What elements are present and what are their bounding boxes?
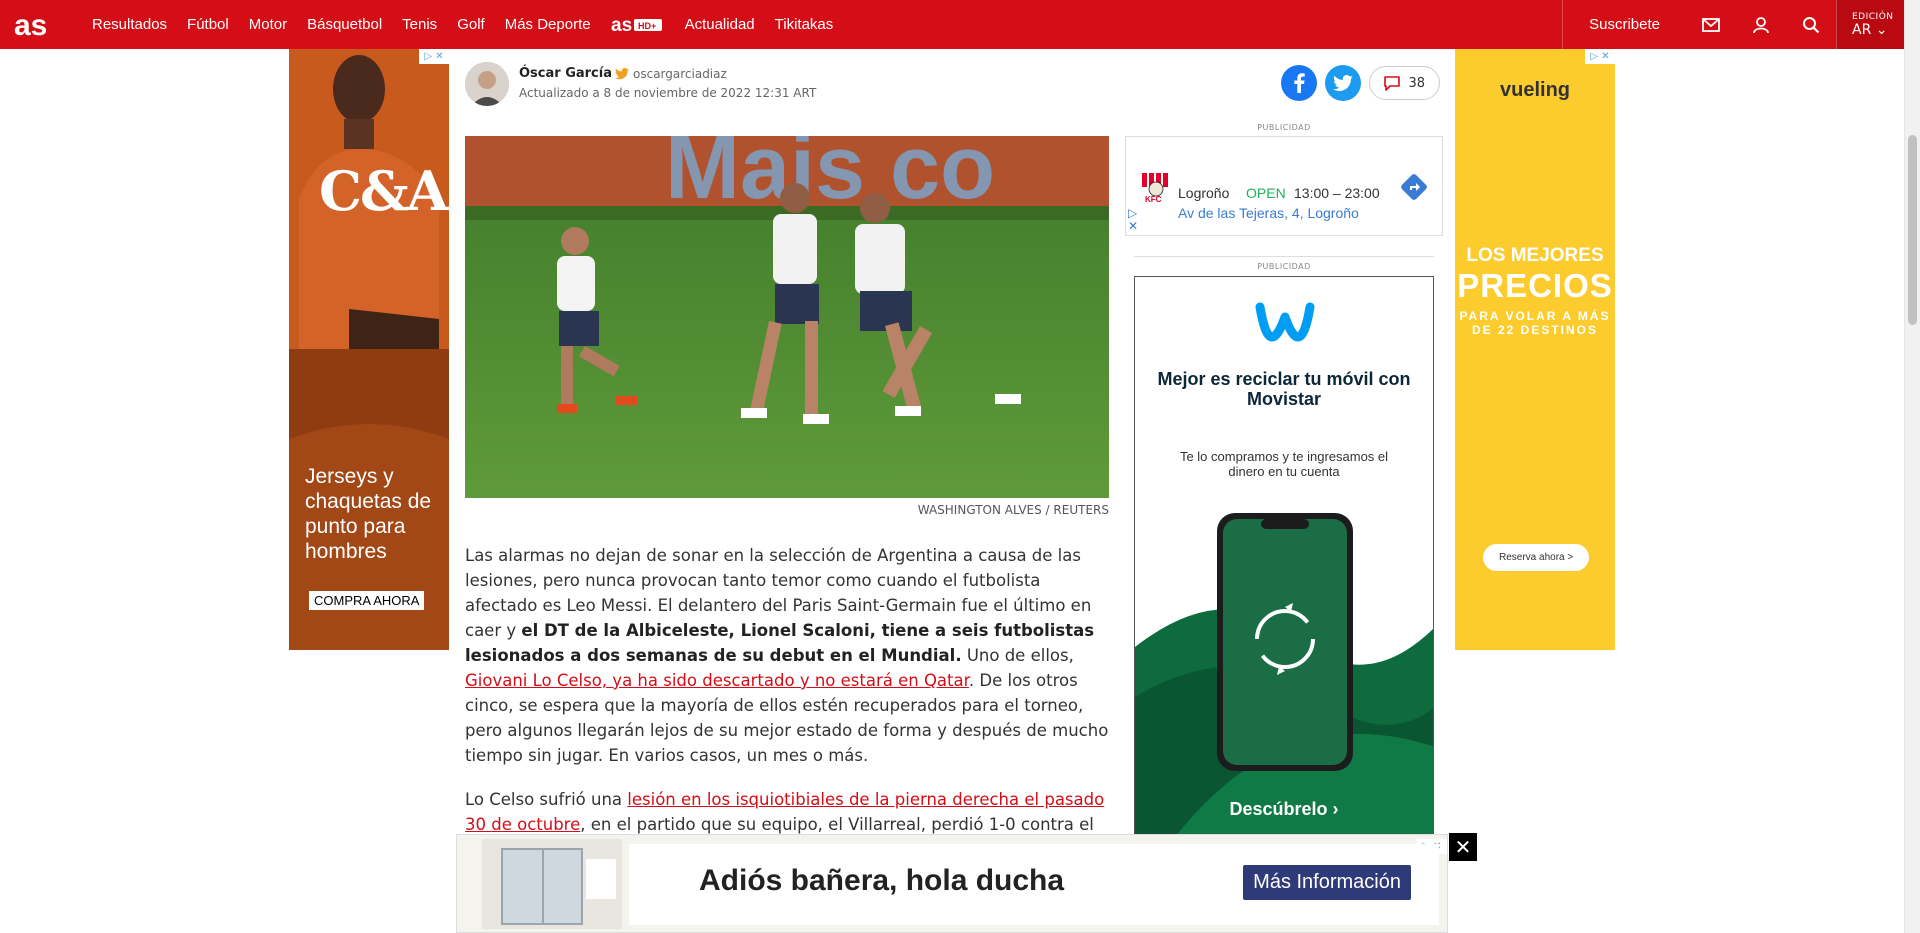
bottom-sticky-ad[interactable]: ✕ ▷ ✕ Adiós bañera, hola ducha Más Infor… [456,833,1477,933]
edition-selector[interactable]: EDICIÓN AR ⌄ [1836,0,1904,49]
svg-text:as: as [14,11,47,39]
shower-image [482,839,622,929]
bottom-ad-headline: Adiós bañera, hola ducha [699,864,1065,897]
kfc-hours: 13:00 – 23:00 [1294,185,1380,201]
nav-futbol[interactable]: Fútbol [187,16,229,33]
nav-tikitakas[interactable]: Tikitakas [775,16,834,33]
directions-icon[interactable] [1400,173,1428,201]
subscribe-link[interactable]: Suscribete [1563,16,1686,33]
author-twitter[interactable]: oscargarciadiaz [615,67,727,81]
edition-value: AR ⌄ [1852,21,1888,38]
vueling-headline: LOS MEJORES PRECIOS PARA VOLAR A MÁS DE … [1457,245,1613,337]
edition-label: EDICIÓN [1852,11,1894,22]
nav-golf[interactable]: Golf [457,16,485,33]
ad-movistar[interactable]: Mejor es reciclar tu móvil con Movistar … [1134,276,1434,836]
vueling-logo: vueling [1500,79,1571,101]
divider [1134,256,1434,257]
adchoices-icon[interactable]: ▷ ✕ [1128,207,1138,233]
user-icon[interactable] [1736,0,1786,49]
kfc-logo-icon: KFC [1140,169,1172,203]
nav-basquetbol[interactable]: Básquetbol [307,16,382,33]
kfc-address[interactable]: Av de las Tejeras, 4, Logroño [1178,205,1359,221]
chevron-down-icon: ⌄ [1875,21,1888,38]
ca-logo: C&A [319,159,449,223]
adchoices-icon[interactable]: ▷ ✕ [419,49,449,64]
ad-left-top-image: C&A ▷ ✕ [289,49,449,349]
vueling-cta-button[interactable]: Reserva ahora > [1483,544,1590,571]
bottom-ad-card: Adiós bañera, hola ducha Más Información [629,844,1439,925]
ad-left-bottom: Jerseys y chaquetas de punto para hombre… [289,349,449,650]
facebook-share-icon[interactable] [1281,65,1318,101]
search-icon[interactable] [1786,0,1836,49]
svg-text:Mais co: Mais co [665,136,995,218]
comments-count: 38 [1408,75,1425,91]
article-photo[interactable]: Mais co [465,136,1109,498]
svg-text:HD+: HD+ [638,21,656,31]
ad-kfc[interactable]: KFC Logroño OPEN 13:00 – 23:00 Av de las… [1125,136,1443,236]
mail-icon[interactable] [1686,0,1736,49]
ad-left-ca[interactable]: C&A ▷ ✕ Jerseys y chaquetas de punto par… [289,49,449,650]
publicidad-label: PUBLICIDAD [1257,123,1311,132]
main-nav: Resultados Fútbol Motor Básquetbol Tenis… [92,0,853,49]
kfc-location-name: Logroño [1178,185,1230,201]
photo-caption: WASHINGTON ALVES / REUTERS [917,503,1109,517]
article-link-lo-celso[interactable]: Giovani Lo Celso, ya ha sido descartado … [465,671,969,690]
twitter-icon [615,68,629,80]
author-avatar[interactable] [465,62,509,106]
comments-button[interactable]: 38 [1369,66,1440,100]
svg-text:KFC: KFC [1145,195,1162,203]
ad-left-cta[interactable]: COMPRA AHORA [309,591,425,610]
updated-timestamp: Actualizado a 8 de noviembre de 2022 12:… [519,86,817,100]
nav-actualidad[interactable]: Actualidad [685,16,755,33]
mas-informacion-button[interactable]: Más Información [1243,865,1411,900]
article-paragraph: Las alarmas no dejan de sonar en la sele… [465,546,1109,765]
publicidad-label: PUBLICIDAD [1257,262,1311,271]
svg-text:as: as [611,15,632,35]
as-plus-logo[interactable]: as HD+ [611,15,663,35]
share-bar: 38 [1281,65,1440,101]
author-bar: Óscar García oscargarciadiaz Actualizado… [465,62,1440,110]
nav-motor[interactable]: Motor [249,16,287,33]
close-icon[interactable]: ✕ [1449,833,1477,861]
page-scrollbar[interactable] [1904,0,1920,933]
movistar-headline: Mejor es reciclar tu móvil con Movistar [1157,369,1411,409]
twitter-share-icon[interactable] [1325,65,1362,101]
as-logo[interactable]: as [14,10,62,40]
nav-tenis[interactable]: Tenis [402,16,437,33]
nav-mas-deporte[interactable]: Más Deporte [505,16,591,33]
movistar-cta[interactable]: Descúbrelo › [1135,799,1433,820]
ad-right-vueling[interactable]: ▷ ✕ vueling LOS MEJORES PRECIOS PARA VOL… [1455,49,1615,650]
nav-resultados[interactable]: Resultados [92,16,167,33]
author-name[interactable]: Óscar García [519,66,612,81]
adchoices-icon[interactable]: ▷ ✕ [1585,49,1615,64]
comment-icon [1384,75,1401,91]
kfc-status: OPEN [1246,185,1286,201]
movistar-subtext: Te lo compramos y te ingresamos el diner… [1179,449,1389,479]
top-navbar: as Resultados Fútbol Motor Básquetbol Te… [0,0,1904,49]
ad-left-text: Jerseys y chaquetas de punto para hombre… [305,465,432,563]
scrollbar-thumb[interactable] [1908,135,1917,325]
